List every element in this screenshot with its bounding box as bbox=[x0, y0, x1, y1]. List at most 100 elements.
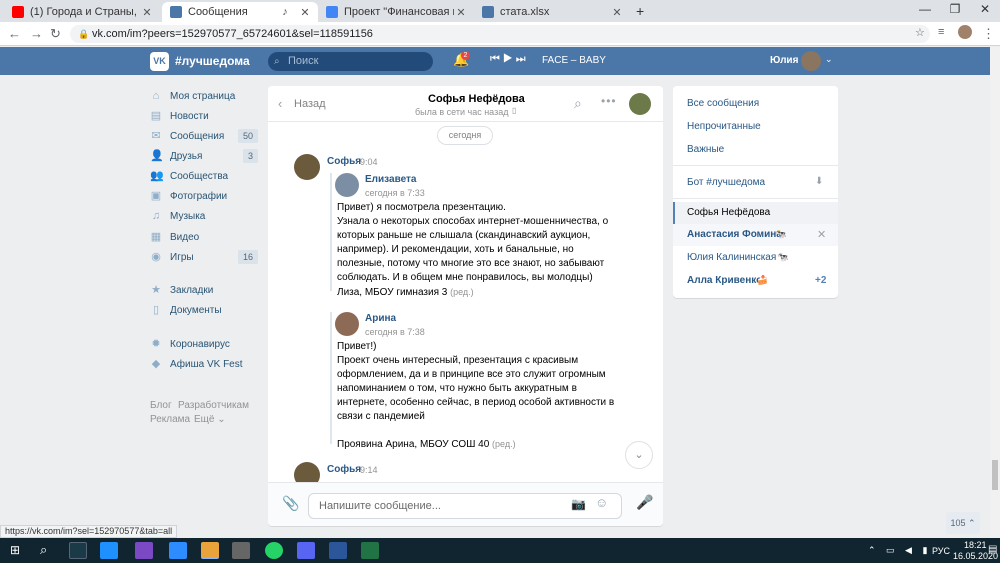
forwarded-sender[interactable]: Арина bbox=[365, 313, 396, 324]
track-title[interactable]: FACE – BABY bbox=[542, 55, 606, 66]
browser-tab[interactable]: стата.xlsx ✕ bbox=[474, 2, 630, 22]
sidebar-item[interactable]: ▦ Видео bbox=[150, 229, 258, 245]
message-time[interactable]: 9:04 bbox=[360, 157, 378, 167]
word-icon[interactable] bbox=[329, 542, 347, 559]
close-icon[interactable]: ✕ bbox=[298, 6, 312, 19]
forwarded-sender[interactable]: Елизавета bbox=[365, 174, 416, 185]
calculator-icon[interactable] bbox=[232, 542, 250, 559]
sidebar-item[interactable]: ▯ Документы bbox=[150, 302, 258, 318]
excel-icon[interactable] bbox=[361, 542, 379, 559]
footer-link-ads[interactable]: Реклама bbox=[150, 414, 190, 425]
attach-icon[interactable]: 📎 bbox=[282, 495, 299, 512]
brand-title[interactable]: #лучшедома bbox=[175, 54, 250, 68]
dialog-item-active[interactable]: Софья Нефёдова bbox=[673, 202, 838, 224]
sidebar-item[interactable]: ♫ Музыка bbox=[150, 208, 258, 224]
media-control-icon[interactable]: ≡ bbox=[938, 26, 944, 38]
browser-tab[interactable]: (1) Города и Страны, часть 1 - Л ✕ bbox=[4, 2, 160, 22]
reload-icon[interactable]: ↻ bbox=[50, 26, 61, 42]
sidebar-item[interactable]: ◉ Игры 16 bbox=[150, 249, 258, 265]
footer-link-more[interactable]: Ещё ⌄ bbox=[194, 414, 226, 425]
sidebar-item[interactable]: ▣ Фотографии bbox=[150, 188, 258, 204]
avatar[interactable] bbox=[294, 154, 320, 180]
back-arrow-icon[interactable]: ← bbox=[8, 26, 21, 41]
visual-studio-icon[interactable] bbox=[135, 542, 153, 559]
sidebar-item[interactable]: ▤ Новости bbox=[150, 108, 258, 124]
avatar[interactable] bbox=[335, 312, 359, 336]
user-avatar[interactable] bbox=[801, 51, 821, 71]
close-icon[interactable]: ✕ bbox=[454, 6, 468, 19]
back-link[interactable]: Назад bbox=[294, 98, 326, 110]
discord-icon[interactable] bbox=[297, 542, 315, 559]
page-scrollbar[interactable] bbox=[990, 47, 1000, 538]
smile-icon[interactable]: ☺ bbox=[595, 495, 608, 510]
close-icon[interactable]: ✕ bbox=[140, 6, 154, 19]
filter-important[interactable]: Важные bbox=[687, 144, 724, 155]
search-input[interactable]: ⌕ Поиск bbox=[268, 52, 433, 71]
menu-kebab-icon[interactable]: ⋮ bbox=[982, 26, 995, 42]
chat-title[interactable]: Софья Нефёдова bbox=[428, 93, 525, 105]
dialog-item[interactable]: Алла Кривенко bbox=[687, 275, 762, 286]
browser-tab[interactable]: Проект "Финансовая грамотнос ✕ bbox=[318, 2, 474, 22]
whatsapp-icon[interactable] bbox=[265, 542, 283, 559]
vk-logo-icon[interactable]: VK bbox=[150, 52, 169, 71]
minimize-icon[interactable]: — bbox=[910, 2, 940, 16]
clock-time[interactable]: 18:21 bbox=[964, 540, 987, 550]
footer-link-devs[interactable]: Разработчикам bbox=[178, 400, 249, 411]
next-track-icon[interactable]: ⏭ bbox=[516, 53, 529, 65]
sidebar-item[interactable]: ★ Закладки bbox=[150, 282, 258, 298]
speaker-icon[interactable]: ♪ bbox=[278, 6, 292, 18]
tray-icons[interactable]: ⌃ ▭ ◀ ▮ bbox=[868, 545, 931, 556]
filter-unread[interactable]: Непрочитанные bbox=[687, 121, 761, 132]
url-field[interactable]: 🔒 vk.com/im?peers=152970577_65724601&sel… bbox=[70, 25, 930, 43]
forward-arrow-icon[interactable]: → bbox=[30, 26, 43, 41]
sidebar-item[interactable]: ✹ Коронавирус bbox=[150, 336, 258, 352]
sidebar-item[interactable]: 👤 Друзья 3 bbox=[150, 148, 258, 164]
play-icon[interactable]: ▶ bbox=[503, 53, 516, 65]
windows-start-icon[interactable]: ⊞ bbox=[10, 543, 20, 557]
dialog-item[interactable]: Юлия Калининская bbox=[687, 252, 776, 263]
chevron-left-icon[interactable]: ‹ bbox=[278, 96, 282, 111]
filter-all-messages[interactable]: Все сообщения bbox=[687, 98, 759, 109]
search-icon[interactable]: ⌕ bbox=[40, 542, 47, 558]
photos-icon: ▣ bbox=[150, 190, 162, 202]
maximize-icon[interactable]: ❐ bbox=[940, 2, 970, 16]
sidebar-item[interactable]: ◆ Афиша VK Fest bbox=[150, 356, 258, 372]
chrome-icon[interactable] bbox=[201, 542, 219, 559]
message-time[interactable]: 9:14 bbox=[360, 465, 378, 475]
zoom-icon[interactable] bbox=[169, 542, 187, 559]
message-sender[interactable]: Софья bbox=[327, 464, 361, 475]
avatar[interactable] bbox=[629, 93, 651, 115]
sidebar-item[interactable]: 👥 Сообщества bbox=[150, 168, 258, 184]
user-name[interactable]: Юлия bbox=[770, 55, 798, 66]
edge-icon[interactable] bbox=[100, 542, 118, 559]
dialog-item[interactable]: Анастасия Фомина 🐄 ✕ bbox=[673, 224, 838, 246]
microphone-icon[interactable]: 🎤 bbox=[636, 494, 653, 511]
chevron-down-icon[interactable]: ⌄ bbox=[825, 54, 833, 65]
language-indicator[interactable]: РУС bbox=[932, 546, 950, 556]
footer-link-blog[interactable]: Блог bbox=[150, 400, 172, 411]
close-icon[interactable]: ✕ bbox=[610, 6, 624, 19]
notification-center-icon[interactable]: ▤ bbox=[988, 544, 997, 555]
message-sender[interactable]: Софья bbox=[327, 156, 361, 167]
messages-counter-badge[interactable]: 105 ⌃ bbox=[946, 512, 980, 534]
player-controls[interactable]: ⏮▶⏭ bbox=[490, 53, 529, 66]
search-icon[interactable]: ⌕ bbox=[574, 95, 582, 112]
close-icon[interactable]: ✕ bbox=[817, 228, 826, 241]
star-icon[interactable]: ☆ bbox=[915, 26, 925, 39]
sidebar-item[interactable]: ⌂ Моя страница bbox=[150, 88, 258, 104]
bot-icon[interactable]: ⬇ bbox=[815, 176, 823, 187]
sidebar-item[interactable]: ✉ Сообщения 50 bbox=[150, 128, 258, 144]
bot-link[interactable]: Бот #лучшедома bbox=[687, 177, 765, 188]
previous-track-icon[interactable]: ⏮ bbox=[490, 53, 503, 65]
browser-tab-active[interactable]: Сообщения ♪ ✕ bbox=[162, 2, 318, 22]
task-view-icon[interactable] bbox=[69, 542, 87, 559]
scroll-down-icon[interactable]: ⌄ bbox=[625, 441, 653, 469]
profile-avatar[interactable] bbox=[958, 25, 972, 39]
scrollbar-thumb[interactable] bbox=[992, 460, 998, 490]
avatar[interactable] bbox=[335, 173, 359, 197]
window-close-icon[interactable]: ✕ bbox=[970, 2, 1000, 16]
message-line: напоминанием о том, что нужно быть аккур… bbox=[337, 383, 577, 394]
new-tab-button[interactable]: + bbox=[636, 3, 644, 19]
more-icon[interactable]: ••• bbox=[601, 94, 617, 108]
camera-icon[interactable]: 📷 bbox=[571, 497, 586, 511]
